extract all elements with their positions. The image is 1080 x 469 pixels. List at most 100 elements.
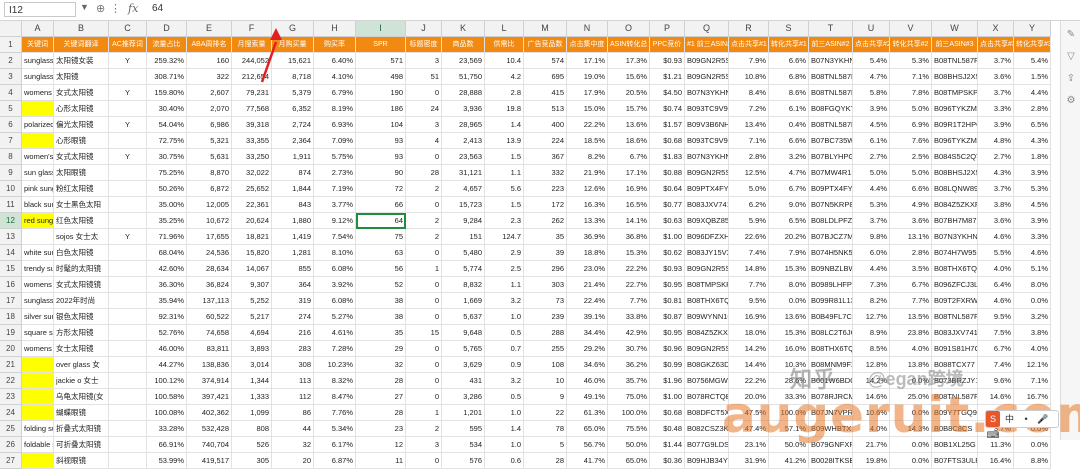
table-cell[interactable]: 47.5% bbox=[729, 405, 769, 421]
table-cell[interactable]: 100.58% bbox=[147, 389, 187, 405]
table-cell[interactable]: 79,231 bbox=[232, 85, 272, 101]
table-cell[interactable]: B073BRZJY1 bbox=[932, 373, 978, 389]
row-header[interactable]: 8 bbox=[0, 149, 22, 165]
table-cell[interactable]: 28 bbox=[356, 405, 406, 421]
table-cell[interactable]: 3.9% bbox=[978, 117, 1014, 133]
table-cell[interactable]: 7.5% bbox=[978, 325, 1014, 341]
table-cell[interactable]: 3.7% bbox=[978, 85, 1014, 101]
table-cell[interactable]: 5.3% bbox=[1014, 181, 1051, 197]
table-cell[interactable]: 0 bbox=[406, 197, 442, 213]
table-cell[interactable]: 2,364 bbox=[272, 133, 314, 149]
table-cell[interactable]: 4.0% bbox=[1014, 341, 1051, 357]
table-cell[interactable]: 10,672 bbox=[187, 213, 232, 229]
table-cell[interactable]: B099R81L13 bbox=[809, 293, 853, 309]
table-cell[interactable]: $1.00 bbox=[650, 389, 685, 405]
table-cell[interactable]: $0.68 bbox=[650, 133, 685, 149]
table-cell[interactable]: 27 bbox=[356, 389, 406, 405]
table-cell[interactable]: trendy sungl bbox=[22, 261, 54, 277]
table-cell[interactable]: 2.8% bbox=[890, 245, 932, 261]
table-cell[interactable]: 7.09% bbox=[314, 133, 356, 149]
table-cell[interactable]: 65.0% bbox=[608, 453, 650, 469]
table-cell[interactable]: 16.7% bbox=[1014, 389, 1051, 405]
table-cell[interactable]: 56 bbox=[356, 261, 406, 277]
table-cell[interactable]: 3.9% bbox=[1014, 165, 1051, 181]
table-cell[interactable]: 2.7% bbox=[978, 149, 1014, 165]
table-cell[interactable]: 1,201 bbox=[442, 405, 485, 421]
table-cell[interactable]: $0.95 bbox=[650, 277, 685, 293]
table-cell[interactable]: 159.80% bbox=[147, 85, 187, 101]
table-cell[interactable]: 1,099 bbox=[232, 405, 272, 421]
row-header[interactable]: 10 bbox=[0, 181, 22, 197]
table-cell[interactable]: 7.1% bbox=[729, 133, 769, 149]
table-cell[interactable]: B07BLYHPG2 bbox=[809, 149, 853, 165]
table-cell[interactable]: 12.1% bbox=[1014, 357, 1051, 373]
table-cell[interactable]: 4,657 bbox=[442, 181, 485, 197]
table-cell[interactable]: 1,911 bbox=[272, 149, 314, 165]
table-cell[interactable]: 女士黑色太阳 bbox=[54, 197, 109, 213]
row-header[interactable]: 16 bbox=[0, 277, 22, 293]
table-cell[interactable]: 400 bbox=[524, 117, 567, 133]
table-cell[interactable]: 595 bbox=[442, 421, 485, 437]
table-cell[interactable]: 7.19% bbox=[314, 181, 356, 197]
table-cell[interactable]: B077G9LDS bbox=[685, 437, 729, 453]
table-cell[interactable]: 283 bbox=[272, 341, 314, 357]
table-cell[interactable]: 3,629 bbox=[442, 357, 485, 373]
table-cell[interactable]: 186 bbox=[356, 101, 406, 117]
table-cell[interactable]: 4,694 bbox=[232, 325, 272, 341]
header-cell[interactable]: ABA周排名 bbox=[187, 37, 232, 53]
table-cell[interactable]: 33.8% bbox=[608, 309, 650, 325]
table-cell[interactable]: 75 bbox=[356, 229, 406, 245]
column-header-j[interactable]: J bbox=[406, 21, 442, 37]
table-cell[interactable]: 35.7% bbox=[608, 373, 650, 389]
table-cell[interactable]: B07N3YKHN bbox=[685, 85, 729, 101]
table-cell[interactable]: B09WHBTX bbox=[809, 421, 853, 437]
table-cell[interactable]: B09GN2R5S bbox=[685, 341, 729, 357]
table-cell[interactable]: B08THX6TQ bbox=[932, 261, 978, 277]
column-header-i[interactable]: I bbox=[356, 21, 406, 37]
table-cell[interactable]: 7.9% bbox=[729, 53, 769, 69]
table-cell[interactable]: $1.83 bbox=[650, 149, 685, 165]
row-header[interactable]: 19 bbox=[0, 325, 22, 341]
table-cell[interactable]: 855 bbox=[272, 261, 314, 277]
table-cell[interactable]: 137,113 bbox=[187, 293, 232, 309]
table-cell[interactable]: 15.0% bbox=[567, 101, 608, 117]
table-cell[interactable] bbox=[109, 197, 147, 213]
table-cell[interactable]: 224 bbox=[524, 133, 567, 149]
table-cell[interactable]: B08BHSJ2X5 bbox=[932, 165, 978, 181]
table-cell[interactable]: 23,569 bbox=[442, 53, 485, 69]
table-cell[interactable]: B0B1XL25G bbox=[932, 437, 978, 453]
table-cell[interactable]: B08LDLPFZ8 bbox=[809, 213, 853, 229]
table-cell[interactable]: foldable sun bbox=[22, 437, 54, 453]
table-cell[interactable] bbox=[109, 453, 147, 469]
table-cell[interactable]: 5,379 bbox=[272, 85, 314, 101]
table-cell[interactable]: B09GN2R5S bbox=[685, 261, 729, 277]
table-cell[interactable] bbox=[109, 437, 147, 453]
table-cell[interactable]: 100.08% bbox=[147, 405, 187, 421]
table-cell[interactable]: 12 bbox=[356, 437, 406, 453]
table-cell[interactable]: 2.3 bbox=[485, 213, 524, 229]
table-cell[interactable]: 28.6% bbox=[769, 373, 809, 389]
table-cell[interactable] bbox=[109, 133, 147, 149]
table-cell[interactable]: 心形太阳镜 bbox=[54, 101, 109, 117]
table-cell[interactable]: 75.25% bbox=[147, 165, 187, 181]
table-cell[interactable]: 22.7% bbox=[608, 277, 650, 293]
row-header[interactable]: 5 bbox=[0, 101, 22, 117]
table-cell[interactable]: 1 bbox=[406, 405, 442, 421]
column-header-k[interactable]: K bbox=[442, 21, 485, 37]
table-cell[interactable]: Y bbox=[109, 149, 147, 165]
table-cell[interactable]: 7.54% bbox=[314, 229, 356, 245]
table-cell[interactable]: 28 bbox=[356, 373, 406, 389]
table-cell[interactable] bbox=[109, 309, 147, 325]
table-cell[interactable]: 5,321 bbox=[187, 133, 232, 149]
table-cell[interactable]: 14.2% bbox=[853, 373, 890, 389]
table-cell[interactable]: 86 bbox=[272, 405, 314, 421]
table-cell[interactable]: 14.2% bbox=[729, 341, 769, 357]
table-cell[interactable]: 364 bbox=[272, 277, 314, 293]
table-cell[interactable] bbox=[109, 277, 147, 293]
table-cell[interactable]: 12.6% bbox=[567, 181, 608, 197]
table-cell[interactable]: 534 bbox=[442, 437, 485, 453]
table-cell[interactable]: 49.1% bbox=[567, 389, 608, 405]
table-cell[interactable]: B09NBZLBW bbox=[809, 261, 853, 277]
table-cell[interactable]: 34.6% bbox=[567, 357, 608, 373]
table-cell[interactable]: 0 bbox=[406, 149, 442, 165]
